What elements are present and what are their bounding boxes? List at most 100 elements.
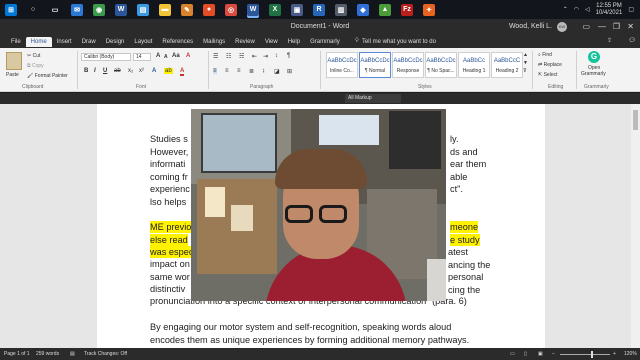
word-icon[interactable]: W (115, 3, 127, 16)
filezilla-icon[interactable]: Fz (401, 3, 413, 16)
print-layout-icon[interactable]: ▣ (538, 351, 543, 357)
style-tile[interactable]: AaBbCcDc Response (392, 52, 424, 78)
comments-icon[interactable]: 💬︎ (628, 37, 636, 44)
tab-mailings[interactable]: Mailings (198, 37, 230, 47)
firefox-icon[interactable]: ● (203, 3, 215, 16)
copy-button[interactable]: ⧉ Copy (27, 63, 44, 69)
page-count[interactable]: Page 1 of 1 (4, 351, 30, 357)
volume-icon[interactable]: ◁ (585, 6, 590, 13)
search-icon[interactable]: ○ (27, 3, 39, 16)
ribbon-display-icon[interactable]: ▭ (582, 22, 590, 31)
markup-select[interactable]: All Markup (345, 94, 401, 103)
tab-design[interactable]: Design (101, 37, 130, 47)
align-left-icon[interactable]: ≡ (213, 68, 217, 74)
styles-scroll-down-icon[interactable]: ▼ (523, 60, 528, 66)
app-icon[interactable]: ▥ (335, 3, 347, 16)
chrome-icon[interactable]: ◉ (93, 3, 105, 16)
bullets-icon[interactable]: ☰ (213, 53, 218, 60)
decrease-indent-icon[interactable]: ⇤ (252, 53, 257, 60)
photos-icon[interactable]: ▣ (291, 3, 303, 16)
tab-insert[interactable]: Insert (52, 37, 77, 47)
italic-button[interactable]: I (94, 68, 96, 74)
format-painter-button[interactable]: 🖌︎ Format Painter (27, 73, 68, 79)
zoom-slider[interactable] (560, 354, 610, 355)
tab-draw[interactable]: Draw (77, 37, 101, 47)
share-icon[interactable]: ⇪ (607, 37, 612, 44)
chevron-up-icon[interactable]: ⌃ (563, 6, 568, 13)
align-center-icon[interactable]: ≡ (225, 68, 229, 74)
borders-icon[interactable]: ⊞ (287, 68, 292, 75)
style-tile[interactable]: AaBbCcDc Inline Co... (326, 52, 358, 78)
word-count[interactable]: 259 words (36, 351, 59, 357)
proofing-icon[interactable]: ▤ (70, 351, 75, 357)
sort-icon[interactable]: ↕ (275, 53, 278, 59)
align-right-icon[interactable]: ≡ (237, 68, 241, 74)
tab-view[interactable]: View (260, 37, 283, 47)
blue-app-icon[interactable]: ◆ (357, 3, 369, 16)
cut-button[interactable]: ✂ Cut (27, 53, 40, 59)
user-name[interactable]: Wood, Kelli L. (509, 23, 552, 30)
zoom-out-icon[interactable]: − (552, 351, 555, 357)
scrollbar-thumb[interactable] (633, 110, 638, 130)
tab-home[interactable]: Home (25, 36, 52, 47)
paste-button[interactable]: Paste (6, 72, 19, 78)
multilevel-list-icon[interactable]: ☵ (239, 53, 244, 60)
file-explorer-icon[interactable]: ▬ (159, 3, 171, 16)
shading-icon[interactable]: ◪ (274, 68, 280, 75)
style-tile[interactable]: AaBbCcDc ¶ Normal (359, 52, 391, 78)
zoom-level[interactable]: 120% (624, 351, 637, 357)
font-size-select[interactable]: 14 (133, 53, 151, 61)
word-active-icon[interactable]: W (247, 3, 259, 16)
open-grammarly-button[interactable]: Grammarly (581, 71, 606, 77)
find-button[interactable]: ⌕ Find (538, 52, 552, 58)
clock[interactable]: 12:55 PM 10/4/2021 (596, 3, 623, 17)
bold-button[interactable]: B (84, 68, 88, 74)
text-effects-icon[interactable]: A (152, 68, 156, 74)
track-changes-status[interactable]: Track Changes: Off (84, 351, 127, 357)
tab-file[interactable]: File (6, 37, 26, 47)
grow-font-icon[interactable]: A (156, 53, 160, 59)
maximize-icon[interactable]: ❐ (613, 22, 620, 31)
strikethrough-button[interactable]: ab (114, 68, 121, 74)
chrome-alt-icon[interactable]: ◎ (225, 3, 237, 16)
line-spacing-icon[interactable]: ↨ (262, 68, 265, 74)
notes-icon[interactable]: ✎ (181, 3, 193, 16)
subscript-button[interactable]: x₂ (128, 68, 133, 74)
replace-button[interactable]: ⇄ Replace (538, 62, 562, 68)
tab-layout[interactable]: Layout (129, 37, 157, 47)
grammarly-icon[interactable]: G (588, 51, 600, 63)
paste-icon[interactable] (6, 52, 22, 70)
mail-icon[interactable]: ✉ (71, 3, 83, 16)
focus-mode-icon[interactable]: ▭ (510, 351, 515, 357)
select-button[interactable]: ⇱ Select (538, 72, 558, 78)
justify-icon[interactable]: ≣ (249, 68, 254, 75)
styles-more-icon[interactable]: ⊽ (523, 68, 527, 74)
shrink-font-icon[interactable]: A (164, 54, 168, 60)
tell-me-search[interactable]: 💡︎ Tell me what you want to do (355, 38, 436, 45)
avatar[interactable]: KW (557, 22, 567, 32)
zoom-slider-handle[interactable] (591, 351, 593, 358)
windows-logo-icon[interactable]: ⊞ (5, 3, 17, 16)
tab-review[interactable]: Review (230, 37, 260, 47)
style-tile[interactable]: AaBbCcC Heading 2 (491, 52, 523, 78)
numbering-icon[interactable]: ☷ (226, 53, 231, 60)
notification-icon[interactable]: ▢ (628, 6, 634, 13)
excel-icon[interactable]: X (269, 3, 281, 16)
wifi-icon[interactable]: ◠ (574, 6, 579, 13)
orange-app-icon[interactable]: ✦ (423, 3, 435, 16)
styles-scroll-up-icon[interactable]: ▲ (523, 52, 528, 58)
minimize-icon[interactable]: — (598, 22, 606, 31)
r-icon[interactable]: R (313, 3, 325, 16)
underline-button[interactable]: U (103, 68, 107, 74)
webcam-video-overlay[interactable] (191, 109, 446, 301)
pilcrow-icon[interactable]: ¶ (287, 53, 290, 59)
font-name-select[interactable]: Calibri (Body) (81, 53, 131, 61)
vertical-scrollbar[interactable] (631, 104, 640, 348)
tab-references[interactable]: References (157, 37, 198, 47)
zoom-in-icon[interactable]: + (613, 351, 616, 357)
task-view-icon[interactable]: ▭ (49, 3, 61, 16)
store-icon[interactable]: ▤ (137, 3, 149, 16)
tab-grammarly[interactable]: Grammarly (305, 37, 345, 47)
style-tile[interactable]: AaBbCcDc ¶ No Spac... (425, 52, 457, 78)
tab-help[interactable]: Help (283, 37, 305, 47)
